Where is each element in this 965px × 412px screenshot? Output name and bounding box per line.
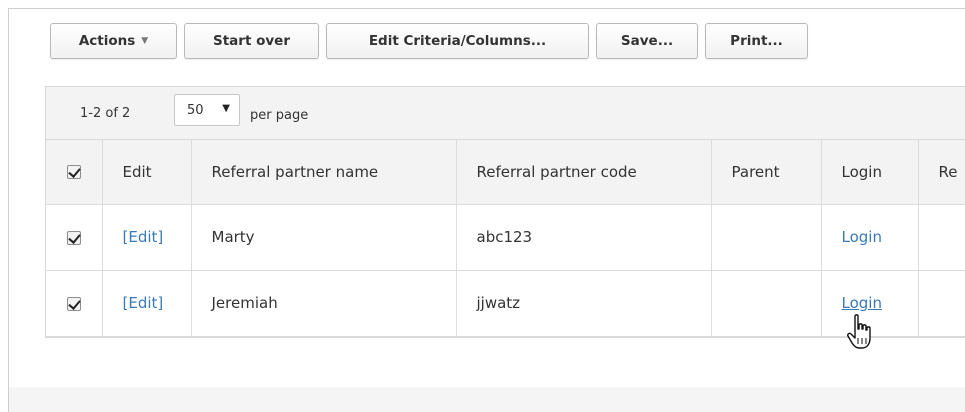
triangle-down-icon: ▼ [222,103,230,114]
edit-criteria-button[interactable]: Edit Criteria/Columns... [326,23,589,59]
header-row: Edit Referral partner name Referral part… [46,140,965,205]
column-header-code[interactable]: Referral partner code [456,140,712,205]
partner-parent [711,204,822,271]
per-page-label: per page [250,108,309,123]
hand-pointer-icon [847,314,871,349]
partner-name: Jeremiah [191,270,457,337]
results-grid: 1-2 of 2 50 ▼ per page Edit Referral par… [45,86,965,338]
partner-code: jjwatz [456,270,712,337]
edit-link[interactable]: [Edit] [102,204,192,271]
column-header-truncated[interactable]: Re [918,140,965,205]
truncated-cell [918,204,965,271]
partner-code: abc123 [456,204,712,271]
row-checkbox[interactable] [66,230,81,245]
print-button[interactable]: Print... [705,23,808,59]
table-row: [Edit] Marty abc123 Login [46,204,965,271]
row-checkbox-cell[interactable] [46,270,103,337]
save-button[interactable]: Save... [596,23,698,59]
per-page-select[interactable]: 50 ▼ [174,94,240,126]
result-count: 1-2 of 2 [80,106,131,121]
column-header-name[interactable]: Referral partner name [191,140,457,205]
partner-parent [711,270,822,337]
table-row: [Edit] Jeremiah jjwatz Login [46,270,965,337]
column-header-edit[interactable]: Edit [102,140,192,205]
footer-band [9,387,965,412]
truncated-cell [918,270,965,337]
partner-name: Marty [191,204,457,271]
row-checkbox[interactable] [66,296,81,311]
results-table: Edit Referral partner name Referral part… [46,140,965,337]
actions-button[interactable]: Actions ▼ [50,23,177,59]
select-all-checkbox[interactable] [66,165,81,180]
start-over-button[interactable]: Start over [184,23,319,59]
row-checkbox-cell[interactable] [46,204,103,271]
start-over-label: Start over [213,33,290,49]
edit-link[interactable]: [Edit] [102,270,192,337]
save-label: Save... [620,33,674,49]
per-page-value: 50 [187,102,204,118]
pager: 1-2 of 2 50 ▼ per page [46,87,965,140]
edit-criteria-label: Edit Criteria/Columns... [368,33,547,49]
actions-label: Actions [78,33,136,49]
print-label: Print... [730,33,783,49]
column-header-login[interactable]: Login [821,140,919,205]
select-all-checkbox-cell[interactable] [46,140,103,205]
chevron-down-icon: ▼ [141,36,149,46]
login-link[interactable]: Login [821,204,919,271]
column-header-parent[interactable]: Parent [711,140,822,205]
